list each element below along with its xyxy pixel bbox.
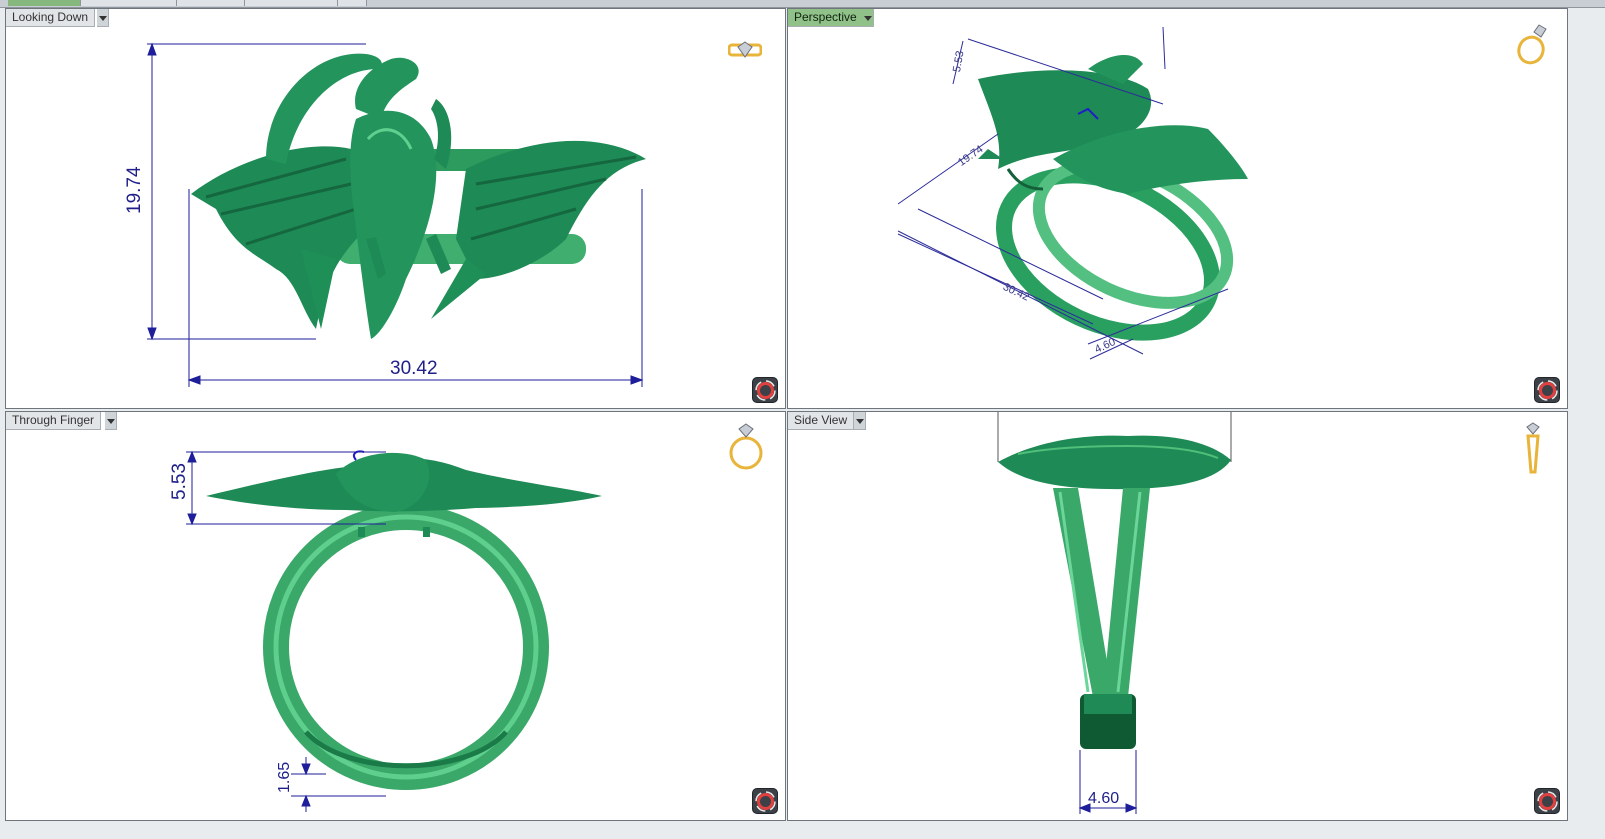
- ring-side-icon[interactable]: [1522, 422, 1544, 476]
- tab-perspective[interactable]: [177, 0, 245, 6]
- ring-perspective-icon[interactable]: [1515, 23, 1549, 67]
- dimension-width-label: 30.42: [390, 358, 438, 379]
- tab-4view[interactable]: [8, 0, 81, 6]
- dragon-ring-perspective-model: [897, 26, 1248, 360]
- rotate-icon: [755, 791, 776, 812]
- rotate-icon: [1537, 380, 1558, 401]
- dragon-ring-side-model: [997, 412, 1232, 814]
- viewport-through-finger[interactable]: Through Finger 5.53 1.65: [5, 411, 786, 821]
- ring-front-icon[interactable]: [728, 422, 764, 472]
- rotate-view-button[interactable]: [1534, 788, 1560, 814]
- viewport-perspective[interactable]: Perspective 5.53 19.74 30.42 4.60: [787, 8, 1568, 409]
- dimension-top-label: 5.53: [169, 463, 190, 500]
- rotate-icon: [1537, 791, 1558, 812]
- tab-looking-down[interactable]: [81, 0, 177, 6]
- viewport-looking-down[interactable]: Looking Down 19.74 30.42: [5, 8, 786, 409]
- tab-through-finger[interactable]: [245, 0, 338, 6]
- tab-more[interactable]: [338, 0, 367, 6]
- rotate-view-button[interactable]: [752, 377, 778, 403]
- rotate-icon: [755, 380, 776, 401]
- rotate-view-button[interactable]: [1534, 377, 1560, 403]
- dragon-ring-top-model: [147, 42, 646, 387]
- dimension-band-label: 1.65: [276, 761, 293, 793]
- dimension-width-label: 4.60: [1088, 790, 1120, 807]
- dragon-ring-front-model: [186, 450, 602, 812]
- viewport-side-view[interactable]: Side View 4.60: [787, 411, 1568, 821]
- dimension-height-label: 19.74: [124, 166, 145, 214]
- ring-top-icon[interactable]: [728, 39, 762, 61]
- view-tab-strip: [0, 0, 1605, 8]
- rotate-view-button[interactable]: [752, 788, 778, 814]
